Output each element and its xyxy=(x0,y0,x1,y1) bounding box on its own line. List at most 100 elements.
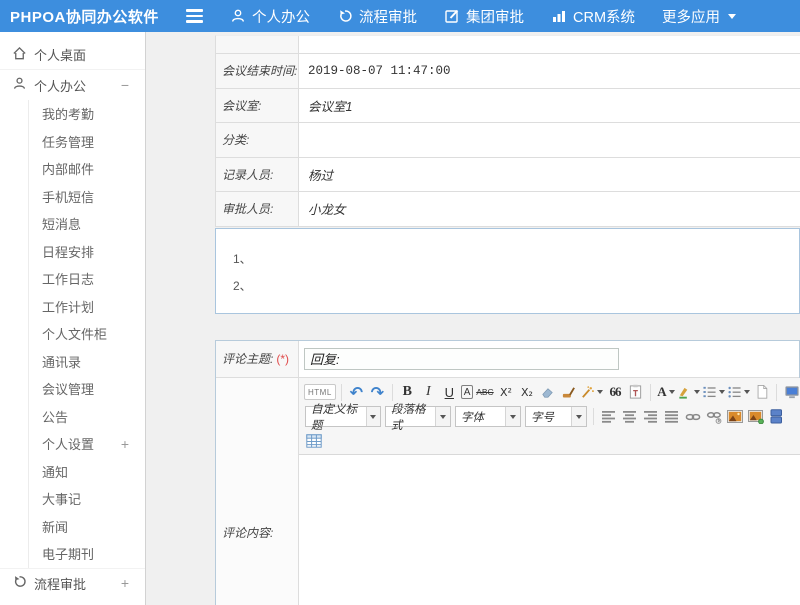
sidebar-item-schedule[interactable]: 日程安排 xyxy=(29,238,145,266)
select-label: 自定义标题 xyxy=(311,401,366,433)
hamburger-menu-icon[interactable] xyxy=(186,6,208,26)
nav-more-apps[interactable]: 更多应用 xyxy=(662,6,736,27)
insert-image-button[interactable] xyxy=(725,407,744,427)
align-right-icon xyxy=(644,411,658,423)
caret-down-icon xyxy=(728,14,736,19)
font-size-select[interactable]: 字号 xyxy=(525,406,587,427)
format-painter-button[interactable] xyxy=(559,382,578,402)
font-family-select[interactable]: 字体 xyxy=(455,406,521,427)
nav-group-approval[interactable]: 集团审批 xyxy=(444,6,524,27)
nav-label: 集团审批 xyxy=(466,6,524,27)
insert-media-button[interactable] xyxy=(767,407,786,427)
sidebar-item-short-message[interactable]: 短消息 xyxy=(29,210,145,238)
expand-icon[interactable]: + xyxy=(121,575,129,591)
sidebar-item-notice[interactable]: 通知 xyxy=(29,458,145,486)
table-row: 记录人员: 杨过 xyxy=(216,158,800,193)
redo-button[interactable]: ↷ xyxy=(368,382,387,402)
sidebar-item-work-plan[interactable]: 工作计划 xyxy=(29,293,145,321)
sidebar-item-e-journal[interactable]: 电子期刊 xyxy=(29,540,145,568)
toolbar-divider xyxy=(776,384,777,401)
meeting-minutes-block: 1、 2、 xyxy=(215,228,800,314)
superscript-button[interactable]: X² xyxy=(496,382,515,402)
underline-button[interactable]: U xyxy=(440,382,459,402)
category-label: 分类: xyxy=(216,123,299,158)
sidebar-item-internal-mail[interactable]: 内部邮件 xyxy=(29,155,145,183)
sidebar-label: 新闻 xyxy=(42,517,68,536)
toolbar-divider xyxy=(392,384,393,401)
required-mark: (*) xyxy=(276,352,289,366)
heading-select[interactable]: 自定义标题 xyxy=(305,406,381,427)
app-title: PHPOA协同办公软件 xyxy=(0,6,186,27)
table-icon xyxy=(306,434,322,448)
sidebar-item-announcement[interactable]: 公告 xyxy=(29,403,145,431)
eraser-icon xyxy=(540,385,555,400)
bold-button[interactable]: B xyxy=(398,382,417,402)
paste-button[interactable] xyxy=(626,382,645,402)
align-left-button[interactable] xyxy=(599,407,618,427)
nav-label: 流程审批 xyxy=(359,6,417,27)
nav-workflow-approval[interactable]: 流程审批 xyxy=(337,6,417,27)
html-source-button[interactable]: HTML xyxy=(304,384,336,400)
undo-button[interactable]: ↶ xyxy=(347,382,366,402)
preview-button[interactable] xyxy=(782,382,800,402)
sidebar-item-personal-settings[interactable]: 个人设置 + xyxy=(29,430,145,458)
insert-link-button[interactable] xyxy=(683,407,702,427)
comment-content-label: 评论内容: xyxy=(222,524,273,541)
ordered-list-button[interactable] xyxy=(702,382,725,402)
caret-down-icon xyxy=(669,390,675,394)
sidebar-item-desktop[interactable]: 个人桌面 xyxy=(0,40,145,70)
eraser-button[interactable] xyxy=(538,382,557,402)
nav-label: 个人办公 xyxy=(252,6,310,27)
editor-toolbar: HTML ↶ ↷ B I U A ABC X² xyxy=(299,378,800,455)
collapse-icon[interactable]: − xyxy=(121,77,129,93)
new-page-button[interactable] xyxy=(752,382,771,402)
align-center-button[interactable] xyxy=(620,407,639,427)
sidebar-item-my-attendance[interactable]: 我的考勤 xyxy=(29,100,145,128)
sidebar-item-news[interactable]: 新闻 xyxy=(29,513,145,541)
toolbar-divider xyxy=(341,384,342,401)
history-icon xyxy=(12,574,34,592)
sidebar-item-personal-files[interactable]: 个人文件柜 xyxy=(29,320,145,348)
sidebar-item-meeting-management[interactable]: 会议管理 xyxy=(29,375,145,403)
highlight-color-button[interactable] xyxy=(677,382,700,402)
table-row: 会议结束时间: 2019-08-07 11:47:00 xyxy=(216,54,800,89)
blockquote-button[interactable]: 66 xyxy=(605,382,624,402)
select-label: 字体 xyxy=(461,409,484,425)
editor-content-area[interactable] xyxy=(299,455,800,605)
sidebar-label: 工作计划 xyxy=(42,297,94,316)
sidebar-item-work-log[interactable]: 工作日志 xyxy=(29,265,145,293)
strikethrough-button[interactable]: ABC xyxy=(475,382,494,402)
font-color-button[interactable]: A xyxy=(656,382,675,402)
minutes-line: 2、 xyxy=(233,273,799,300)
row-label-cell xyxy=(216,36,299,54)
sidebar-item-personal-office[interactable]: 个人办公 − xyxy=(0,70,145,100)
sidebar-item-workflow-approval[interactable]: 流程审批 + xyxy=(0,568,145,598)
comment-content-label-cell: 评论内容: xyxy=(216,378,299,605)
recorder-label: 记录人员: xyxy=(216,158,299,193)
sidebar-item-big-events[interactable]: 大事记 xyxy=(29,485,145,513)
unlink-icon xyxy=(706,410,722,424)
sidebar-item-mobile-sms[interactable]: 手机短信 xyxy=(29,183,145,211)
align-right-button[interactable] xyxy=(641,407,660,427)
remove-link-button[interactable] xyxy=(704,407,723,427)
sidebar: 个人桌面 个人办公 − 我的考勤 任务管理 内部邮件 手机短信 短消息 日程安排… xyxy=(0,32,146,605)
comment-subject-input[interactable] xyxy=(304,348,619,370)
subscript-button[interactable]: X₂ xyxy=(517,382,536,402)
unordered-list-button[interactable] xyxy=(727,382,750,402)
font-style-button[interactable]: A xyxy=(461,385,474,399)
auto-format-button[interactable] xyxy=(580,382,603,402)
insert-image-upload-button[interactable] xyxy=(746,407,765,427)
paragraph-format-select[interactable]: 段落格式 xyxy=(385,406,451,427)
sidebar-label: 个人设置 xyxy=(42,434,94,453)
nav-crm-system[interactable]: CRM系统 xyxy=(551,6,635,27)
minutes-line: 1、 xyxy=(233,246,799,273)
italic-button[interactable]: I xyxy=(419,382,438,402)
user-icon xyxy=(230,8,246,24)
sidebar-item-task-management[interactable]: 任务管理 xyxy=(29,128,145,156)
sidebar-item-contacts[interactable]: 通讯录 xyxy=(29,348,145,376)
expand-icon[interactable]: + xyxy=(121,436,129,452)
align-justify-button[interactable] xyxy=(662,407,681,427)
nav-personal-office[interactable]: 个人办公 xyxy=(230,6,310,27)
recorder-value: 杨过 xyxy=(299,158,800,193)
insert-table-button[interactable] xyxy=(304,431,323,451)
